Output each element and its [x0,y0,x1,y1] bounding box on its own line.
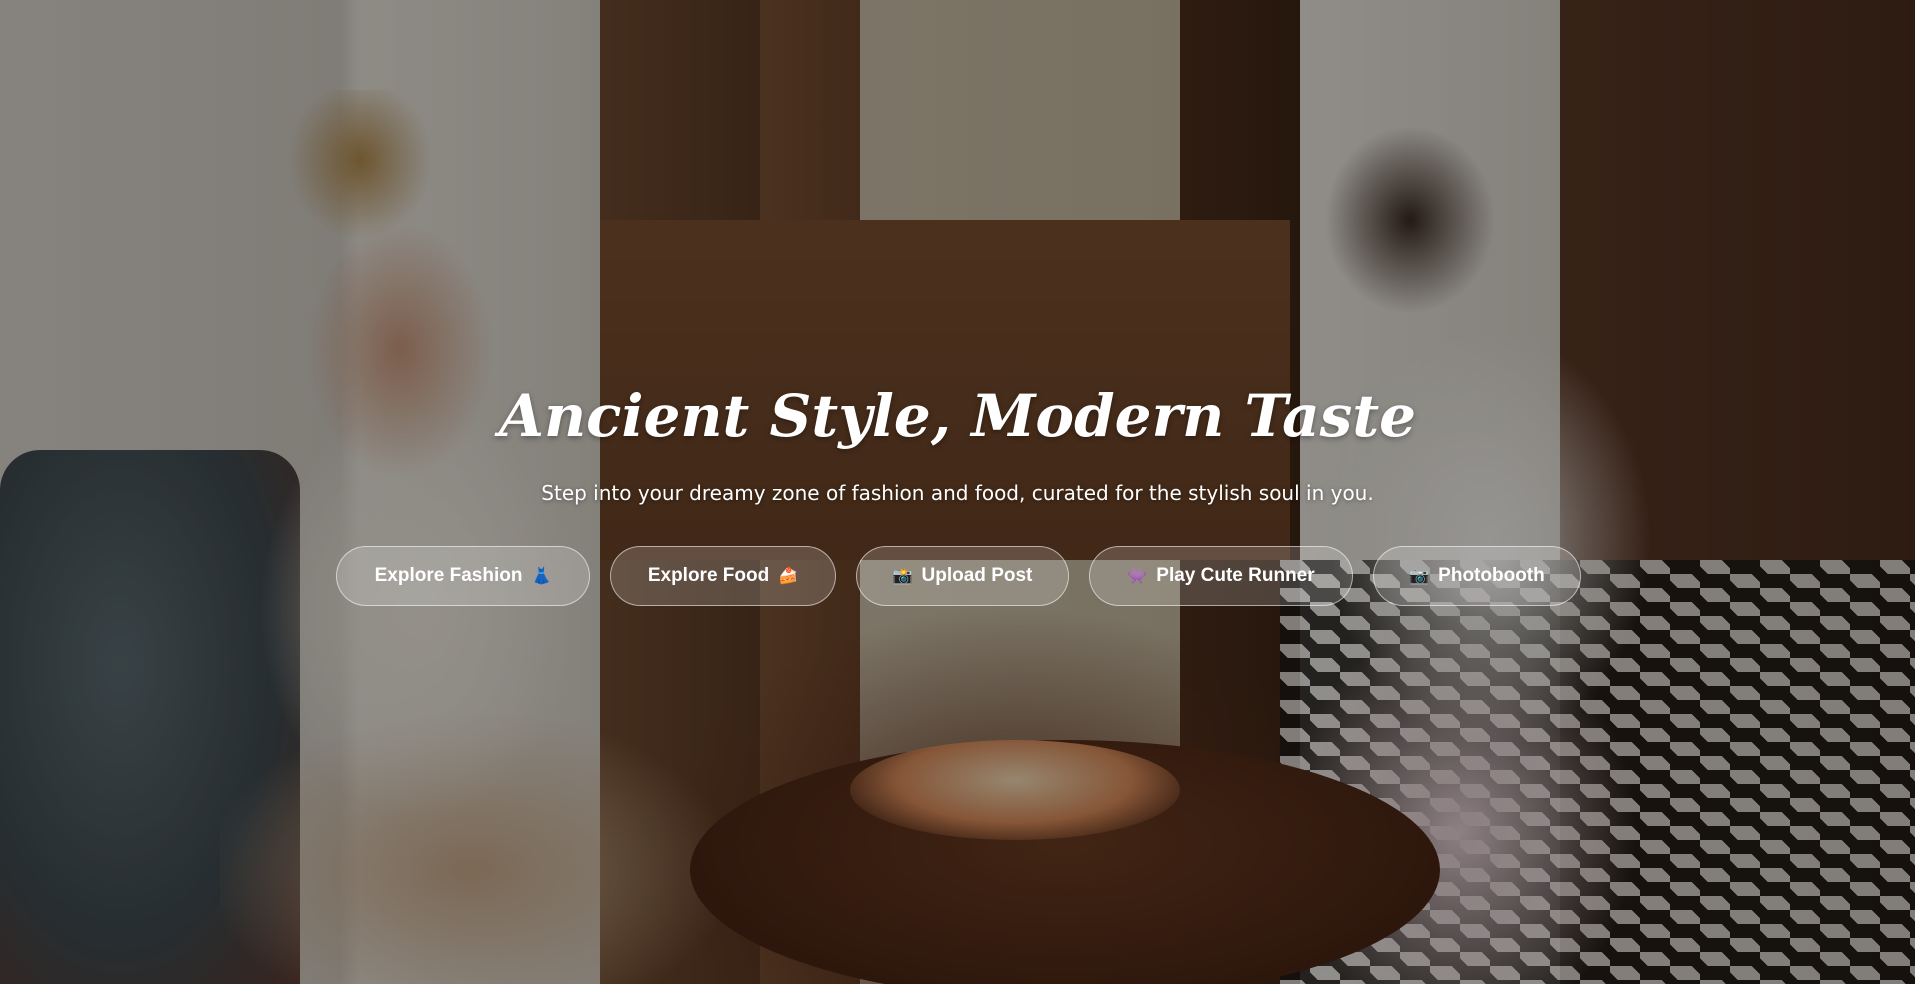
hero-subtitle: Step into your dreamy zone of fashion an… [541,481,1374,505]
explore-food-label: Explore Food [647,565,770,586]
explore-fashion-label: Explore Fashion [374,565,523,586]
play-cute-runner-button[interactable]: 👾 Play Cute Runner [1089,546,1353,606]
hero-title: Ancient Style, Modern Taste [498,382,1417,450]
hero-section: Ancient Style, Modern Taste Step into yo… [0,0,1915,984]
explore-food-button[interactable]: Explore Food 🍰 [610,546,836,606]
upload-post-button[interactable]: 📸 Upload Post [856,546,1069,606]
play-cute-runner-label: Play Cute Runner [1156,565,1315,586]
photobooth-button[interactable]: 📷 Photobooth [1373,546,1581,606]
explore-fashion-button[interactable]: Explore Fashion 👗 [336,546,590,606]
hero-button-row: Explore Fashion 👗 Explore Food 🍰 📸 Uploa… [336,546,1581,606]
dress-icon: 👗 [531,568,552,585]
hero-content: Ancient Style, Modern Taste Step into yo… [0,0,1915,984]
cake-icon: 🍰 [778,568,799,585]
camera-icon: 📷 [1409,568,1430,585]
photobooth-label: Photobooth [1438,565,1545,586]
camera-flash-icon: 📸 [892,568,913,585]
alien-monster-icon: 👾 [1127,568,1148,585]
upload-post-label: Upload Post [921,565,1033,586]
